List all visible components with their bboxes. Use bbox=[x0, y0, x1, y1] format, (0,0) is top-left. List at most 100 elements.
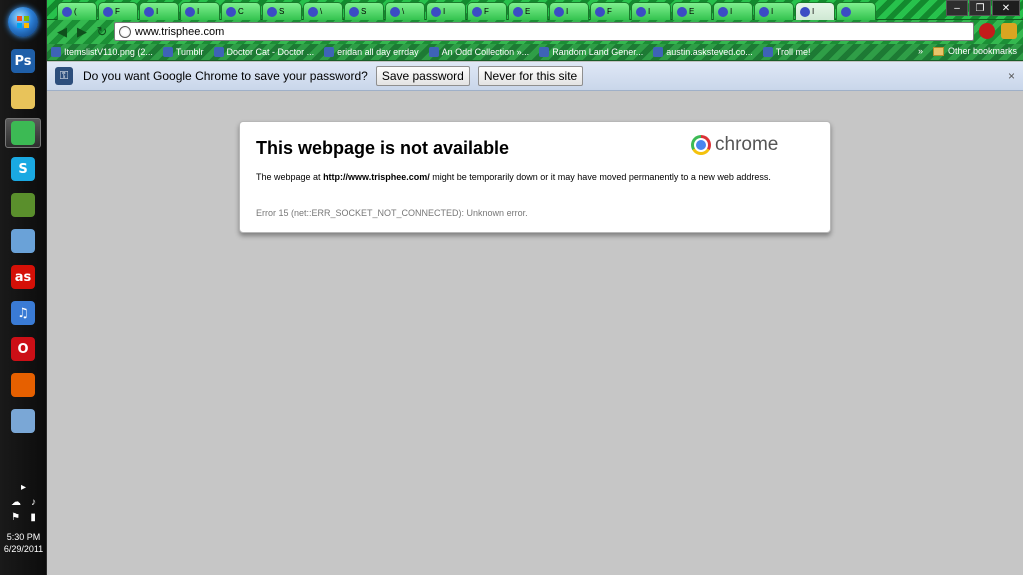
address-bar[interactable]: www.trisphee.com ☆ bbox=[114, 22, 1023, 41]
tab-favicon-icon bbox=[226, 6, 236, 17]
bookmark-favicon-icon bbox=[51, 47, 61, 57]
page-icon bbox=[119, 26, 131, 38]
taskbar-clock[interactable]: 5:30 PM 6/29/2011 bbox=[0, 531, 47, 555]
bookmark-item[interactable]: Random Land Gener... bbox=[539, 47, 643, 57]
error-desc-prefix: The webpage at bbox=[256, 172, 324, 182]
network-icon[interactable]: ☁ bbox=[11, 497, 21, 508]
other-bookmarks[interactable]: » Other bookmarks bbox=[918, 46, 1017, 56]
start-button[interactable] bbox=[8, 7, 38, 37]
taskbar-item[interactable] bbox=[5, 226, 41, 256]
browser-tab[interactable]: I bbox=[631, 2, 671, 20]
browser-tab[interactable]: S bbox=[262, 2, 302, 20]
browser-tab[interactable]: I bbox=[426, 2, 466, 20]
tab-favicon-icon bbox=[185, 6, 195, 17]
tab-favicon-icon bbox=[267, 6, 277, 17]
tab-favicon-icon bbox=[62, 6, 72, 17]
minimize-button[interactable]: – bbox=[946, 0, 968, 16]
tab-favicon-icon bbox=[513, 6, 523, 17]
browser-tab[interactable] bbox=[836, 2, 876, 20]
close-window-button[interactable]: ✕ bbox=[992, 0, 1020, 16]
page-content: This webpage is not available chrome The… bbox=[47, 91, 1023, 575]
save-password-button[interactable]: Save password bbox=[375, 66, 470, 86]
photoshop-icon: Ps bbox=[11, 49, 35, 73]
taskbar-item[interactable]: O bbox=[5, 334, 41, 364]
bookmark-item[interactable]: eridan all day errday bbox=[324, 47, 419, 57]
tab-favicon-icon bbox=[800, 6, 810, 17]
folder-icon bbox=[932, 46, 944, 56]
opera-icon: O bbox=[11, 337, 35, 361]
bookmark-label: Doctor Cat - Doctor ... bbox=[226, 47, 315, 57]
browser-tab[interactable]: I bbox=[795, 2, 835, 20]
tab-label: F bbox=[484, 7, 489, 16]
taskbar-item[interactable] bbox=[5, 370, 41, 400]
signal-icon[interactable]: ▮ bbox=[30, 512, 36, 523]
bookmark-label: austin.asksteved.co... bbox=[666, 47, 753, 57]
firefox-icon bbox=[11, 373, 35, 397]
tab-label: I bbox=[566, 7, 569, 16]
taskbar-item[interactable] bbox=[5, 118, 41, 148]
bookmark-item[interactable]: Tumblr bbox=[162, 47, 204, 57]
browser-tab[interactable]: ( bbox=[57, 2, 97, 20]
browser-tab[interactable]: F bbox=[590, 2, 630, 20]
tab-label: C bbox=[238, 7, 244, 16]
volume-icon[interactable]: ♪ bbox=[31, 497, 36, 508]
browser-tab[interactable]: I bbox=[180, 2, 220, 20]
error-url: http://www.trisphee.com/ bbox=[323, 172, 430, 182]
forward-icon[interactable]: ▶ bbox=[73, 23, 91, 41]
chrome-wheel-icon bbox=[691, 135, 711, 155]
taskbar-item[interactable] bbox=[5, 82, 41, 112]
bookmark-label: ItemslistV110.png (2... bbox=[64, 47, 153, 57]
tab-favicon-icon bbox=[431, 6, 441, 17]
error-code: Error 15 (net::ERR_SOCKET_NOT_CONNECTED)… bbox=[256, 208, 528, 218]
error-desc-suffix: might be temporarily down or it may have… bbox=[429, 172, 771, 182]
never-for-site-button[interactable]: Never for this site bbox=[477, 66, 584, 86]
key-icon: ⚿ bbox=[55, 67, 73, 85]
browser-tab[interactable]: I bbox=[549, 2, 589, 20]
clock-date: 6/29/2011 bbox=[3, 544, 44, 554]
browser-tab[interactable]: F bbox=[467, 2, 507, 20]
back-icon[interactable]: ◀ bbox=[53, 23, 71, 41]
browser-tab[interactable]: I bbox=[713, 2, 753, 20]
adblock-icon[interactable] bbox=[979, 23, 995, 39]
taskbar-item[interactable]: Ps bbox=[5, 46, 41, 76]
taskbar-item[interactable]: as bbox=[5, 262, 41, 292]
restore-button[interactable]: ❐ bbox=[969, 0, 991, 16]
bookmark-favicon-icon bbox=[162, 47, 173, 57]
tab-label: I bbox=[443, 7, 446, 16]
show-hidden-icons-icon[interactable]: ▸ bbox=[21, 482, 26, 493]
bookmark-item[interactable]: austin.asksteved.co... bbox=[653, 47, 753, 57]
tab-favicon-icon bbox=[595, 6, 605, 17]
error-title: This webpage is not available bbox=[256, 138, 510, 158]
bookmarks-overflow-icon[interactable]: » bbox=[918, 46, 923, 56]
browser-tab[interactable]: \ bbox=[385, 2, 425, 20]
wrench-icon[interactable] bbox=[1001, 23, 1017, 39]
browser-tab[interactable]: I bbox=[754, 2, 794, 20]
browser-tab[interactable]: E bbox=[672, 2, 712, 20]
itunes-icon: ♫ bbox=[11, 301, 35, 325]
tab-favicon-icon bbox=[554, 6, 564, 17]
browser-tab[interactable]: F bbox=[98, 2, 138, 20]
bookmark-item[interactable]: ItemslistV110.png (2... bbox=[51, 47, 153, 57]
infobar-close-icon[interactable]: × bbox=[1008, 69, 1015, 83]
action-center-icon[interactable]: ⚑ bbox=[11, 512, 20, 523]
bookmark-item[interactable]: Doctor Cat - Doctor ... bbox=[213, 47, 315, 57]
bookmark-label: eridan all day errday bbox=[337, 47, 419, 57]
browser-tab[interactable]: E bbox=[508, 2, 548, 20]
browser-tab[interactable]: \ bbox=[303, 2, 343, 20]
tab-label: \ bbox=[402, 7, 405, 16]
taskbar-item[interactable] bbox=[5, 406, 41, 436]
browser-tab[interactable]: C bbox=[221, 2, 261, 20]
taskbar-item[interactable]: S bbox=[5, 154, 41, 184]
bookmark-item[interactable]: Troll me! bbox=[762, 47, 810, 57]
taskbar-item[interactable]: ♫ bbox=[5, 298, 41, 328]
taskbar-item[interactable] bbox=[5, 190, 41, 220]
tab-favicon-icon bbox=[759, 6, 769, 17]
tab-label: I bbox=[156, 7, 159, 16]
chrome-logo: chrome bbox=[691, 134, 778, 156]
windows-taskbar: Ps Sas ♫ O ▸ ☁ ♪ ⚑ ▮ 5:30 PM 6/29/2011 bbox=[0, 0, 47, 575]
browser-tab[interactable]: I bbox=[139, 2, 179, 20]
tab-label: \ bbox=[320, 7, 323, 16]
bookmark-item[interactable]: An Odd Collection »... bbox=[428, 47, 529, 57]
browser-tab[interactable]: S bbox=[344, 2, 384, 20]
reload-icon[interactable]: ↻ bbox=[93, 23, 111, 41]
